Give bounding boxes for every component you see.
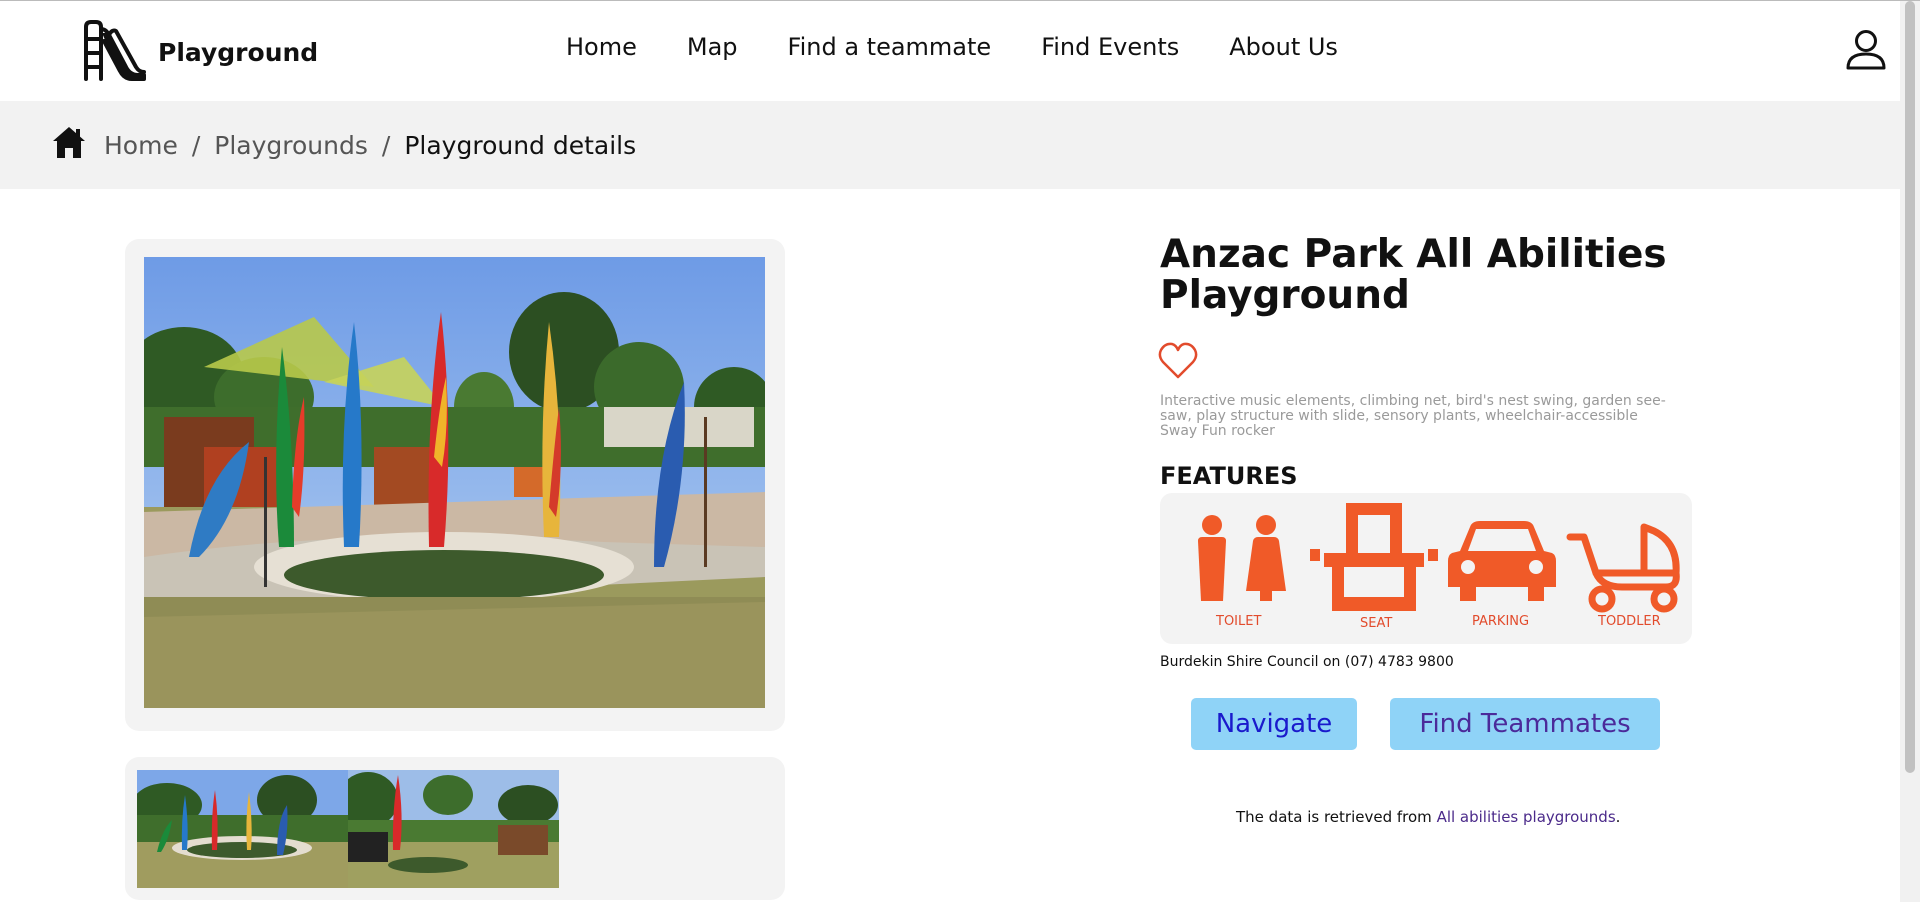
nav-map[interactable]: Map [687,33,738,61]
breadcrumb-playgrounds[interactable]: Playgrounds [214,131,368,160]
navigate-button[interactable]: Navigate [1191,698,1357,750]
toilet-icon [1190,513,1290,607]
data-source-suffix: . [1615,808,1621,826]
data-source-link[interactable]: All abilities playgrounds [1437,808,1616,826]
main-nav: Home Map Find a teammate Find Events Abo… [566,33,1388,61]
feature-label-seat: SEAT [1360,616,1393,631]
nav-home[interactable]: Home [566,33,637,61]
feature-label-parking: PARKING [1472,614,1530,629]
slide-icon [82,19,148,85]
logo-text: Playground [158,37,319,67]
playground-title: Anzac Park All Abilities Playground [1160,232,1667,318]
parking-icon [1448,521,1556,609]
find-teammates-button[interactable]: Find Teammates [1390,698,1660,750]
breadcrumb-separator: / [381,130,391,160]
thumbnail-2[interactable] [348,770,559,888]
breadcrumb-separator: / [191,130,201,160]
home-icon[interactable] [52,125,86,165]
scrollbar[interactable] [1900,1,1920,902]
data-source-prefix: The data is retrieved from [1236,808,1437,826]
contact-info: Burdekin Shire Council on (07) 4783 9800 [1160,654,1454,670]
logo[interactable]: Playground [82,19,318,85]
features-panel: TOILET SEAT PARKING TODDLER [1160,493,1692,644]
breadcrumb: Home / Playgrounds / Playground details [52,125,636,165]
thumbnail-strip [125,757,785,900]
toddler-icon [1566,513,1686,617]
features-heading: FEATURES [1160,462,1298,490]
image-panel [125,239,785,731]
playground-photo[interactable] [144,257,765,708]
nav-find-events[interactable]: Find Events [1041,33,1179,61]
thumbnail-1[interactable] [137,770,348,888]
breadcrumb-current: Playground details [404,130,637,160]
data-source-note: The data is retrieved from All abilities… [1236,808,1620,826]
breadcrumb-home[interactable]: Home [104,131,178,160]
nav-about-us[interactable]: About Us [1229,33,1338,61]
feature-label-toddler: TODDLER [1598,614,1661,629]
user-icon[interactable] [1845,28,1887,74]
page: Playground Home Map Find a teammate Find… [0,0,1920,902]
scrollbar-thumb[interactable] [1905,1,1915,773]
seat-icon [1310,503,1438,617]
breadcrumb-bar: Home / Playgrounds / Playground details [0,101,1900,189]
site-header: Playground Home Map Find a teammate Find… [0,1,1900,101]
playground-description: Interactive music elements, climbing net… [1160,393,1666,439]
feature-label-toilet: TOILET [1216,614,1262,629]
nav-find-teammate[interactable]: Find a teammate [788,33,992,61]
heart-icon[interactable] [1158,342,1198,384]
